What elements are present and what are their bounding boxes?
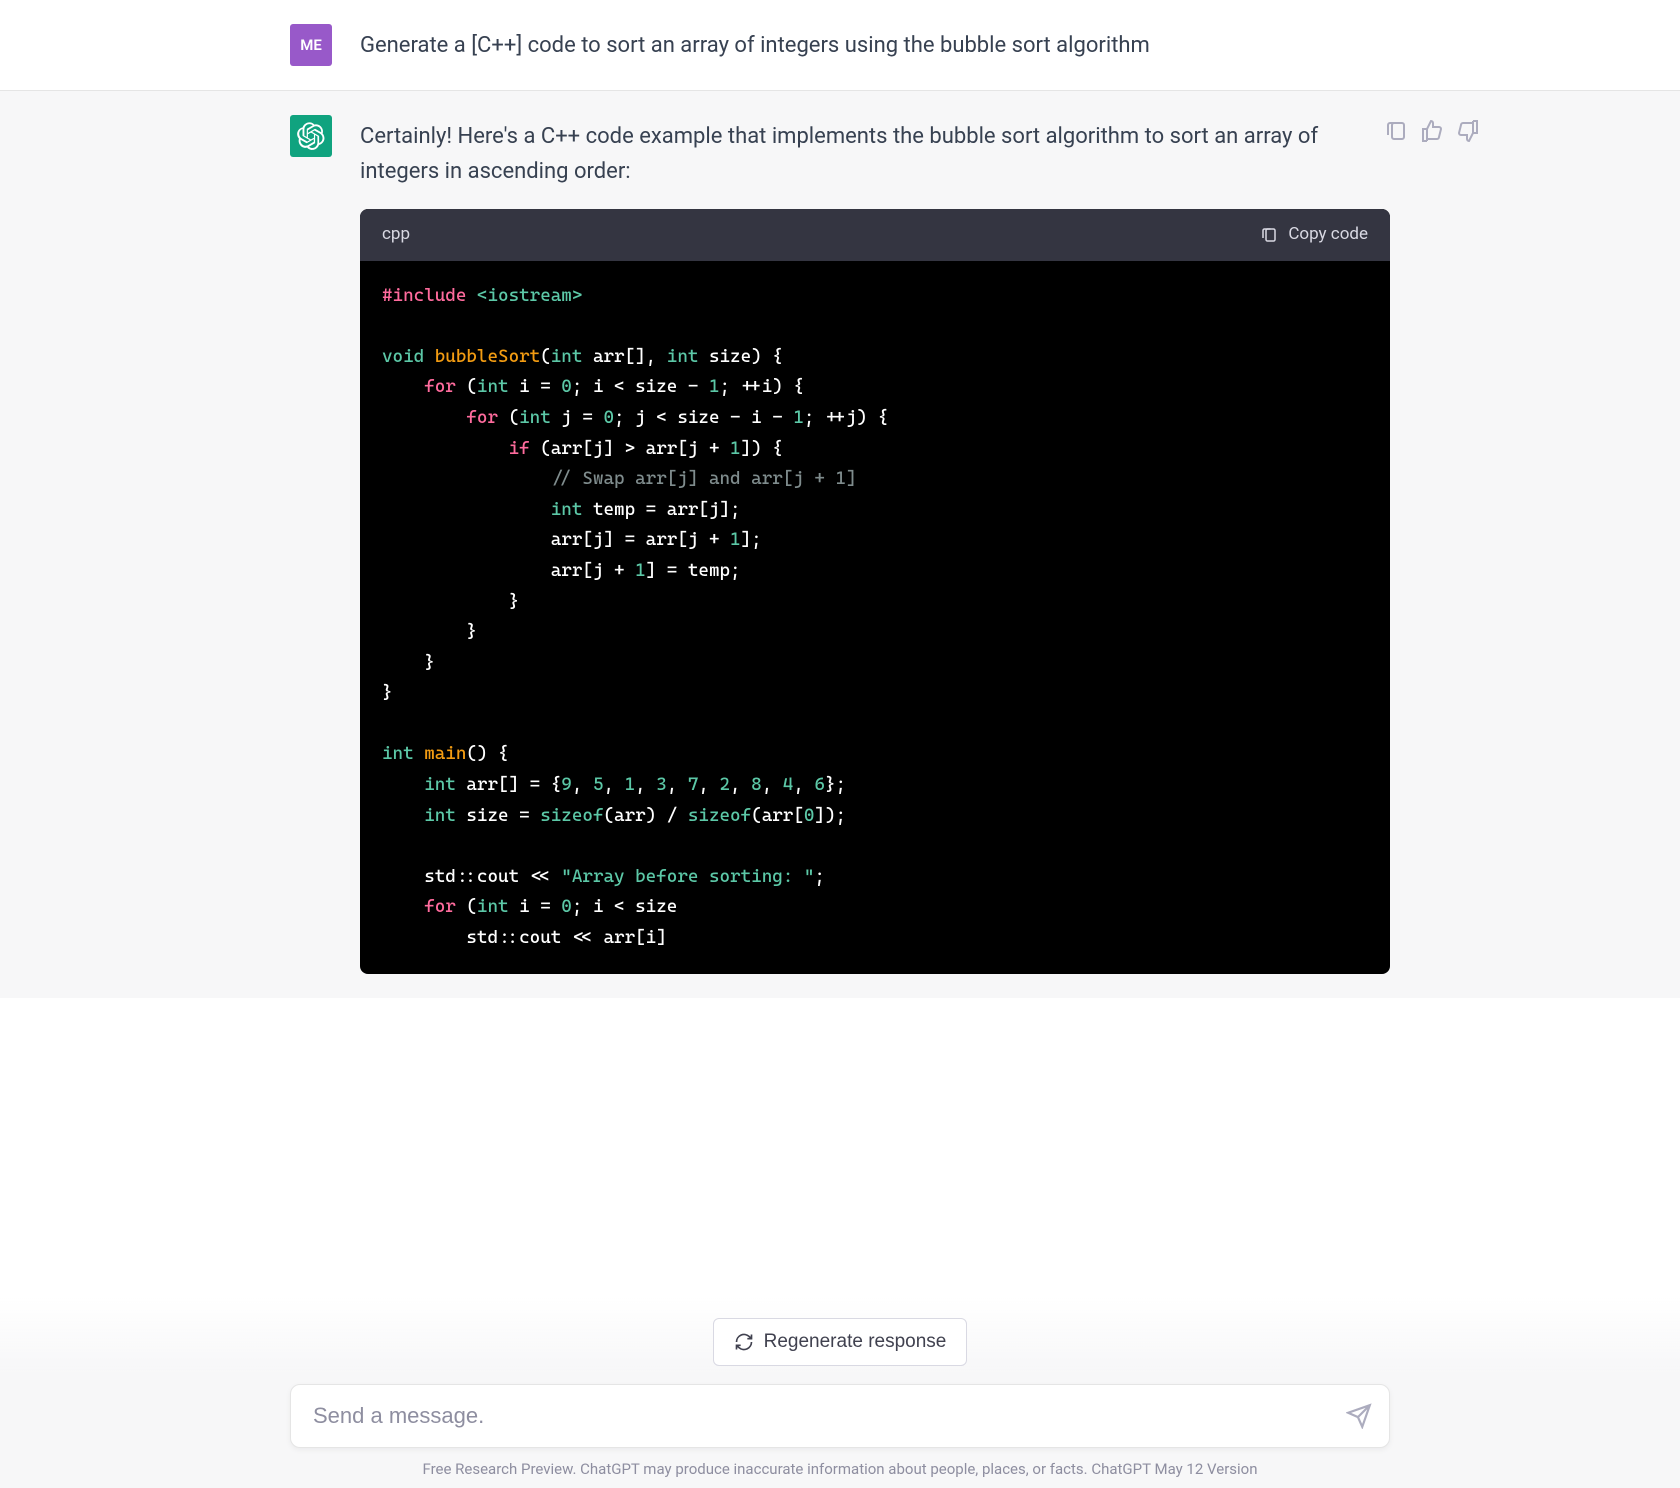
refresh-icon (734, 1332, 754, 1352)
thumbs-up-icon[interactable] (1420, 119, 1444, 143)
clipboard-icon[interactable] (1384, 119, 1408, 143)
user-message-inner: ME Generate a [C++] code to sort an arra… (290, 24, 1390, 66)
assistant-intro-text: Certainly! Here's a C++ code example tha… (360, 119, 1390, 189)
code-body[interactable]: #include <iostream> void bubbleSort(int … (360, 261, 1390, 974)
user-avatar: ME (290, 24, 332, 66)
copy-code-label: Copy code (1288, 221, 1368, 248)
input-container (290, 1384, 1390, 1448)
conversation: ME Generate a [C++] code to sort an arra… (0, 0, 1680, 998)
user-message-text: Generate a [C++] code to sort an array o… (360, 24, 1390, 66)
regenerate-button[interactable]: Regenerate response (713, 1318, 968, 1366)
regenerate-label: Regenerate response (764, 1331, 947, 1353)
footer-text: Free Research Preview. ChatGPT may produ… (422, 1460, 1257, 1478)
user-message: ME Generate a [C++] code to sort an arra… (0, 0, 1680, 91)
assistant-message: Certainly! Here's a C++ code example tha… (0, 91, 1680, 998)
message-input[interactable] (290, 1384, 1390, 1448)
assistant-avatar (290, 115, 332, 157)
assistant-message-content: Certainly! Here's a C++ code example tha… (360, 115, 1390, 974)
copy-code-button[interactable]: Copy code (1260, 221, 1368, 248)
clipboard-icon (1260, 226, 1278, 244)
message-actions (1384, 119, 1480, 143)
openai-logo-icon (297, 122, 325, 150)
code-header: cpp Copy code (360, 209, 1390, 260)
send-icon[interactable] (1346, 1403, 1372, 1429)
code-block: cpp Copy code #include <iostream> void b… (360, 209, 1390, 973)
thumbs-down-icon[interactable] (1456, 119, 1480, 143)
assistant-message-inner: Certainly! Here's a C++ code example tha… (290, 115, 1390, 974)
code-language-label: cpp (382, 221, 410, 248)
bottom-area: Regenerate response Free Research Previe… (0, 1298, 1680, 1488)
